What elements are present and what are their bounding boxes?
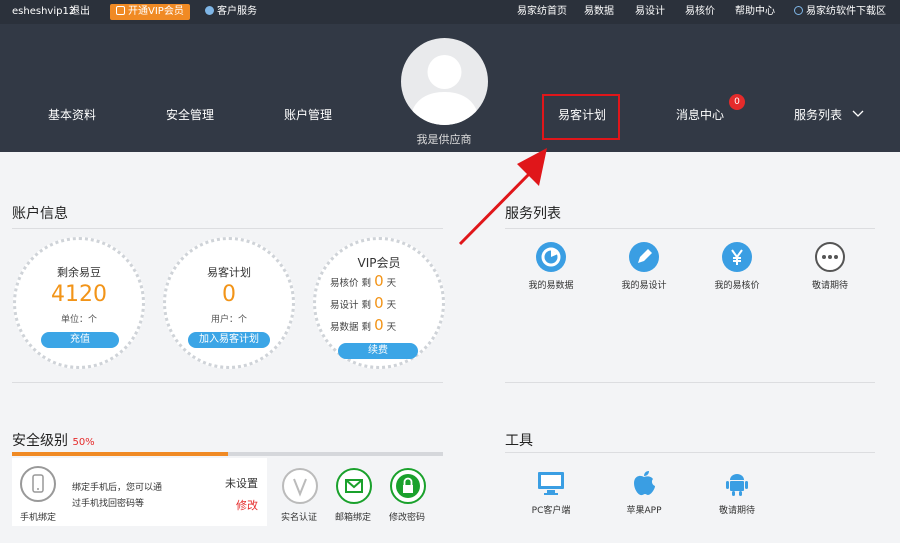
security-level-title: 安全级别 50% — [12, 433, 95, 449]
globe-icon — [794, 6, 803, 15]
email-icon[interactable] — [336, 468, 372, 504]
highlight-box — [542, 94, 620, 140]
phone-binding-label: 手机绑定 — [20, 513, 57, 523]
vip-label: VIP会员 — [357, 256, 401, 270]
more-icon — [815, 242, 845, 272]
person-icon — [205, 6, 214, 15]
phone-binding-card: 手机绑定 绑定手机后，您可以通 过手机找回密码等 未设置 修改 — [12, 458, 267, 526]
plan-value: 0 — [222, 282, 236, 307]
pencil-icon — [629, 242, 659, 272]
link-data[interactable]: 易数据 — [584, 0, 614, 24]
yen-icon — [722, 242, 752, 272]
service-coming-soon[interactable]: 敬请期待 — [795, 242, 865, 291]
security-level-value: 50% — [72, 437, 95, 448]
data-icon — [536, 242, 566, 272]
nav-account[interactable]: 账户管理 — [284, 106, 332, 123]
vip-row-data: 易数据 剩 0 天 — [330, 316, 397, 334]
real-name-icon[interactable] — [282, 468, 318, 504]
phone-desc-line2: 过手机找回密码等 — [72, 499, 145, 509]
link-home[interactable]: 易家纺首页 — [517, 0, 567, 24]
divider — [505, 452, 875, 453]
download-link[interactable]: 易家纺软件下载区 — [794, 0, 886, 24]
tools-title: 工具 — [505, 433, 533, 449]
top-bar: esheshvip12 退出 开通VIP会员 客户服务 易家纺首页 易数据 易设… — [0, 0, 900, 24]
service-list-title: 服务列表 — [505, 206, 561, 222]
account-info-title: 账户信息 — [12, 206, 68, 222]
beans-card: 剩余易豆 4120 单位：个 充值 — [13, 237, 145, 369]
divider — [505, 382, 875, 383]
customer-service-link[interactable]: 客户服务 — [205, 0, 257, 24]
link-help[interactable]: 帮助中心 — [735, 0, 775, 24]
pointer-arrow — [458, 148, 547, 246]
avatar-name: 我是供应商 — [416, 133, 472, 146]
divider — [505, 228, 875, 229]
plan-unit: 用户：个 — [210, 315, 247, 325]
phone-icon — [20, 466, 56, 502]
tool-coming-soon[interactable]: 敬请期待 — [702, 468, 772, 516]
default-user-icon — [409, 55, 480, 125]
link-design[interactable]: 易设计 — [635, 0, 665, 24]
logout-link[interactable]: 退出 — [70, 0, 90, 24]
tool-pc-client[interactable]: PC客户端 — [516, 468, 586, 516]
change-password-label: 修改密码 — [389, 513, 426, 523]
avatar[interactable] — [401, 38, 488, 125]
service-my-data[interactable]: 我的易数据 — [516, 242, 586, 291]
real-name-label: 实名认证 — [281, 513, 318, 523]
service-my-price[interactable]: 我的易核价 — [702, 242, 772, 291]
chevron-down-icon — [852, 110, 864, 117]
beans-unit: 单位：个 — [60, 315, 97, 325]
open-vip-button[interactable]: 开通VIP会员 — [110, 4, 190, 20]
nav-basic-info[interactable]: 基本资料 — [48, 106, 96, 123]
modify-phone-link[interactable]: 修改 — [236, 497, 258, 513]
service-my-design[interactable]: 我的易设计 — [609, 242, 679, 291]
nav-message-center[interactable]: 消息中心 — [676, 106, 724, 123]
vip-row-design: 易设计 剩 0 天 — [330, 294, 397, 312]
vip-card: VIP会员 易核价 剩 0 天 易设计 剩 0 天 易数据 剩 0 天 续费 — [313, 237, 445, 369]
recharge-button[interactable]: 充值 — [41, 332, 119, 348]
link-price[interactable]: 易核价 — [685, 0, 715, 24]
profile-header: 基本资料 安全管理 账户管理 我是供应商 易客计划 消息中心 0 服务列表 — [0, 24, 900, 152]
security-progress-fill — [12, 452, 228, 456]
beans-value: 4120 — [51, 282, 107, 307]
lock-icon[interactable] — [390, 468, 426, 504]
join-plan-button[interactable]: 加入易客计划 — [188, 332, 270, 348]
plan-card: 易客计划 0 用户：个 加入易客计划 — [163, 237, 295, 369]
beans-label: 剩余易豆 — [57, 266, 101, 279]
username[interactable]: esheshvip12 — [12, 0, 75, 24]
email-binding-label: 邮箱绑定 — [335, 513, 372, 523]
monitor-icon — [538, 472, 564, 495]
phone-status: 未设置 — [225, 477, 258, 490]
renew-button[interactable]: 续费 — [338, 343, 418, 359]
android-icon — [726, 474, 748, 496]
divider — [12, 228, 443, 229]
nav-security[interactable]: 安全管理 — [166, 106, 214, 123]
tool-apple-app[interactable]: 苹果APP — [609, 468, 679, 516]
nav-service-list[interactable]: 服务列表 — [794, 106, 864, 123]
message-count-badge: 0 — [729, 94, 745, 110]
apple-icon — [634, 471, 655, 496]
security-progress-bar — [12, 452, 443, 456]
plan-label: 易客计划 — [207, 266, 251, 279]
phone-desc-line1: 绑定手机后，您可以通 — [72, 483, 163, 493]
vip-icon — [116, 6, 125, 15]
vip-row-price: 易核价 剩 0 天 — [330, 272, 397, 290]
divider — [12, 382, 443, 383]
